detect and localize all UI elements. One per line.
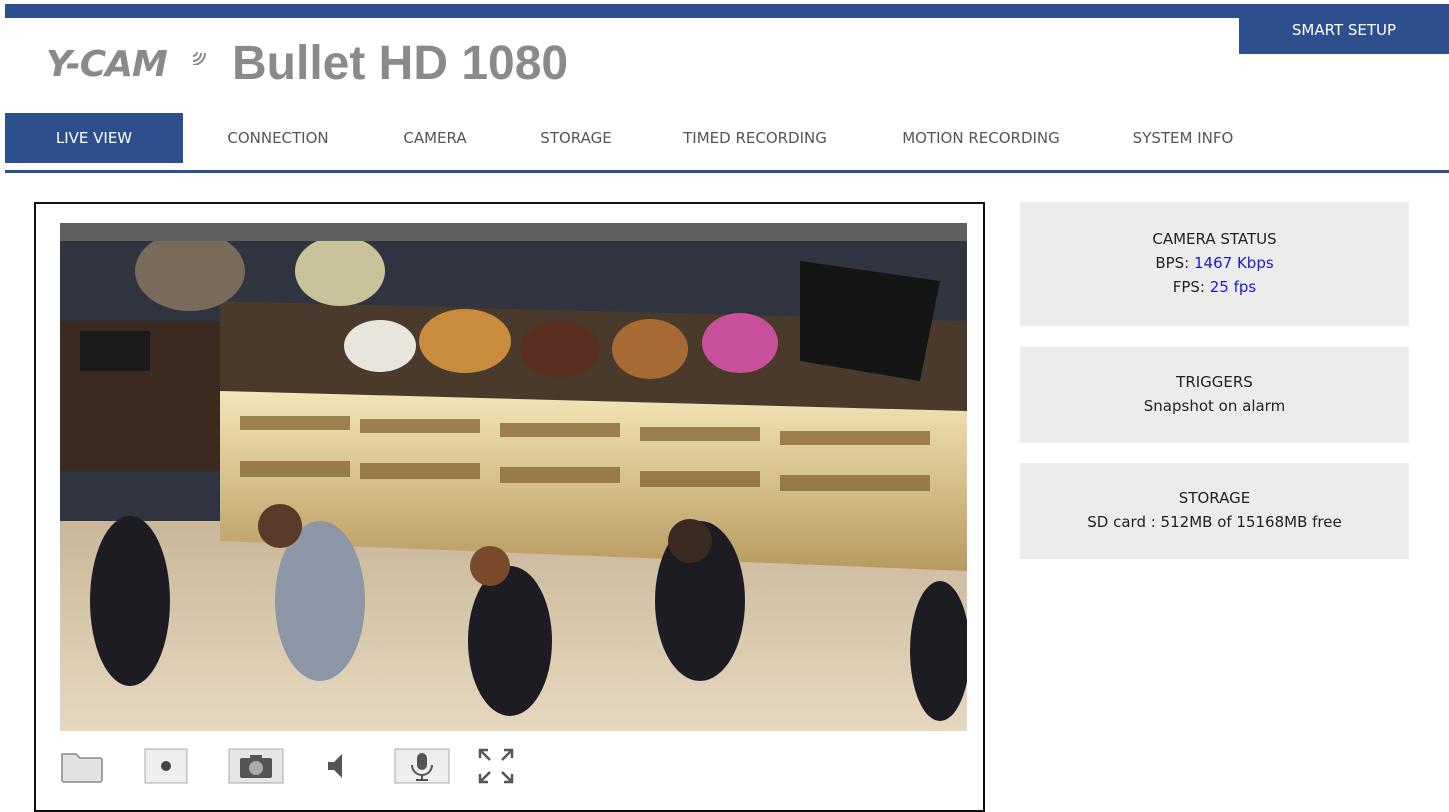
tab-motion-recording[interactable]: MOTION RECORDING xyxy=(875,113,1087,163)
storage-text: SD card : 512MB of 15168MB free xyxy=(1087,513,1342,531)
main-nav: LIVE VIEW CONNECTION CAMERA STORAGE TIME… xyxy=(5,113,1449,163)
fps-label: FPS: xyxy=(1172,278,1210,296)
tab-camera[interactable]: CAMERA xyxy=(380,113,490,163)
tab-timed-recording[interactable]: TIMED RECORDING xyxy=(665,113,845,163)
storage-heading: STORAGE xyxy=(1178,489,1251,507)
bps-value: 1467 Kbps xyxy=(1194,254,1274,272)
triggers-text: Snapshot on alarm xyxy=(1143,397,1286,415)
record-icon[interactable] xyxy=(144,748,188,784)
storage-panel: STORAGE SD card : 512MB of 15168MB free xyxy=(1020,463,1409,559)
tab-connection[interactable]: CONNECTION xyxy=(205,113,351,163)
video-top-strip xyxy=(60,223,967,241)
live-video-panel xyxy=(34,202,985,812)
snapshot-camera-icon[interactable] xyxy=(228,748,284,784)
camera-status-heading: CAMERA STATUS xyxy=(1152,230,1277,248)
fps-row: FPS: 25 fps xyxy=(1020,278,1409,296)
top-brand-bar xyxy=(5,4,1449,18)
live-video-feed[interactable] xyxy=(60,241,967,731)
bps-label: BPS: xyxy=(1155,254,1195,272)
wireless-signal-icon xyxy=(192,51,206,65)
microphone-icon[interactable] xyxy=(394,748,450,784)
folder-icon[interactable] xyxy=(60,748,104,784)
fps-value: 25 fps xyxy=(1209,278,1257,296)
triggers-heading: TRIGGERS xyxy=(1176,373,1253,391)
fullscreen-icon[interactable] xyxy=(476,746,516,786)
camera-scene xyxy=(60,241,967,731)
tab-live-view[interactable]: LIVE VIEW xyxy=(5,113,183,163)
tab-storage[interactable]: STORAGE xyxy=(517,113,635,163)
bps-row: BPS: 1467 Kbps xyxy=(1020,254,1409,272)
ycam-logo: Y-CAM xyxy=(46,44,168,85)
smart-setup-button[interactable]: SMART SETUP xyxy=(1239,4,1449,54)
speaker-icon[interactable] xyxy=(322,750,352,782)
tab-system-info[interactable]: SYSTEM INFO xyxy=(1111,113,1255,163)
triggers-panel: TRIGGERS Snapshot on alarm xyxy=(1020,347,1409,443)
product-title: Bullet HD 1080 xyxy=(232,37,569,90)
camera-status-panel: CAMERA STATUS BPS: 1467 Kbps FPS: 25 fps xyxy=(1020,202,1409,326)
video-controls xyxy=(60,740,967,790)
nav-divider xyxy=(5,170,1449,173)
